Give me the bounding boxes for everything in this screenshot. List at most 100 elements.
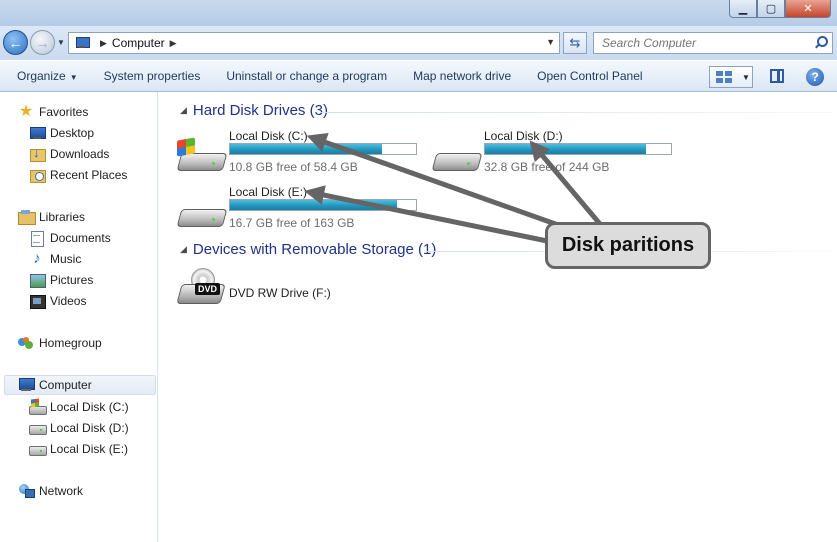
sidebar-item-videos[interactable]: Videos [29,291,86,311]
chevron-down-icon[interactable]: ▼ [742,73,750,82]
star-icon: ★ [18,103,34,120]
collapse-triangle-icon[interactable]: ◢ [180,244,187,255]
map-network-drive-button[interactable]: Map network drive [400,69,524,83]
uninstall-program-button[interactable]: Uninstall or change a program [213,69,400,83]
sidebar-item-label: Homegroup [39,336,102,350]
organize-label: Organize [17,69,66,83]
maximize-button[interactable]: ▢ [757,0,785,18]
removable-storage-header[interactable]: ◢ Devices with Removable Storage (1) [180,241,436,258]
sidebar-item-desktop[interactable]: Desktop [29,123,94,143]
sidebar-item-label: Recent Places [50,168,128,182]
drive-name: Local Disk (D:) [484,129,563,143]
section-title: Hard Disk Drives (3) [192,102,328,119]
drive-name: DVD RW Drive (F:) [229,286,331,300]
sidebar-item-label: Music [50,252,82,266]
system-properties-button[interactable]: System properties [91,69,214,83]
search-input[interactable] [602,36,807,50]
minimize-button[interactable]: ▁ [729,0,757,18]
hard-disk-drives-header[interactable]: ◢ Hard Disk Drives (3) [180,102,328,119]
drive-tile-e[interactable]: Local Disk (E:) 16.7 GB free of 163 GB [177,185,422,235]
sidebar-item-label: Videos [50,294,87,308]
music-note-icon: ♪ [33,250,41,267]
sidebar-item-computer[interactable]: Computer [4,375,156,395]
chevron-right-icon[interactable]: ▶ [100,38,107,49]
disk-partitions-callout: Disk paritions [545,222,711,269]
sidebar-item-recent-places[interactable]: Recent Places [29,165,127,185]
title-bar: ▁ ▢ ✕ [0,0,837,26]
section-title: Devices with Removable Storage (1) [192,241,437,258]
network-icon [18,483,35,499]
drive-name: Local Disk (E:) [229,185,308,199]
command-bar: Organize ▼ System properties Uninstall or… [0,60,837,92]
view-tiles-icon [716,71,732,83]
hard-drive-icon [29,441,47,457]
change-view-button[interactable]: ▼ [709,66,753,88]
sidebar-item-libraries[interactable]: Libraries [18,207,85,227]
sidebar-item-homegroup[interactable]: Homegroup [18,333,102,353]
desktop-icon [29,125,46,141]
sidebar-item-pictures[interactable]: Pictures [29,270,93,290]
sidebar-item-label: Network [39,484,84,498]
usage-bar-fill [485,144,647,154]
downloads-folder-icon [29,145,46,162]
refresh-button[interactable]: ⇆ [563,32,587,54]
sidebar-item-network[interactable]: Network [18,481,83,501]
drive-free-space: 32.8 GB free of 244 GB [484,160,610,174]
sidebar-item-label: Local Disk (D:) [50,421,129,435]
sidebar-item-label: Libraries [39,210,86,224]
sidebar-item-disk-d[interactable]: Local Disk (D:) [29,418,129,438]
sidebar-item-documents[interactable]: Documents [29,228,111,248]
sidebar-item-label: Local Disk (C:) [50,400,129,414]
forward-button[interactable]: → [30,30,55,55]
preview-pane-icon[interactable] [770,69,784,83]
recent-places-icon [29,167,46,183]
sidebar-item-label: Documents [50,231,111,245]
usage-bar [229,199,417,211]
open-control-panel-button[interactable]: Open Control Panel [524,69,655,83]
drive-name: Local Disk (C:) [229,129,308,143]
section-divider [321,112,831,113]
documents-icon [29,230,45,247]
sidebar-item-label: Local Disk (E:) [50,442,129,456]
usage-bar-fill [230,144,382,154]
help-icon[interactable]: ? [806,68,824,86]
back-button[interactable]: ← [3,30,28,55]
usage-bar [484,143,672,155]
address-row: ← → ▼ ▶ Computer ▶ ▼ ⇆ [0,26,837,60]
sidebar-item-downloads[interactable]: Downloads [29,144,109,164]
content-pane: ◢ Hard Disk Drives (3) Local Disk (C:) 1… [159,92,837,542]
navigation-pane: ★ Favorites Desktop Downloads Recent Plac… [0,92,158,542]
drive-tile-dvd[interactable]: DVD DVD RW Drive (F:) [176,268,377,318]
search-icon[interactable] [814,36,828,48]
sidebar-item-label: Pictures [50,273,94,287]
refresh-icon: ⇆ [569,35,581,50]
caption-buttons: ▁ ▢ ✕ [729,0,831,18]
organize-button[interactable]: Organize ▼ [0,69,91,83]
sidebar-item-favorites[interactable]: ★ Favorites [18,102,89,122]
dvd-drive-icon: DVD [176,268,226,314]
breadcrumb-computer[interactable]: Computer [112,36,165,50]
hard-drive-icon [29,420,47,436]
pictures-icon [29,272,46,288]
sidebar-item-label: Desktop [50,126,95,140]
drive-tile-c[interactable]: Local Disk (C:) 10.8 GB free of 58.4 GB [177,129,422,179]
sidebar-item-disk-c[interactable]: Local Disk (C:) [29,397,129,417]
address-bar[interactable]: ▶ Computer ▶ ▼ [68,32,560,54]
videos-icon [29,293,46,309]
sidebar-item-music[interactable]: ♪ Music [29,249,81,269]
search-box[interactable] [593,32,833,54]
back-arrow-icon: ← [8,34,23,51]
windows-drive-icon [177,137,223,173]
close-button[interactable]: ✕ [785,0,831,18]
sidebar-item-disk-e[interactable]: Local Disk (E:) [29,439,128,459]
chevron-down-icon: ▼ [69,73,78,82]
drive-tile-d[interactable]: Local Disk (D:) 32.8 GB free of 244 GB [432,129,677,179]
address-dropdown[interactable]: ▼ [546,37,555,47]
chevron-right-icon[interactable]: ▶ [170,38,177,49]
dvd-logo: DVD [195,283,221,295]
collapse-triangle-icon[interactable]: ◢ [180,105,187,116]
sidebar-item-label: Downloads [50,147,110,161]
recent-pages-dropdown[interactable]: ▼ [57,38,65,47]
libraries-icon [18,209,36,225]
hard-drive-icon [177,195,223,229]
